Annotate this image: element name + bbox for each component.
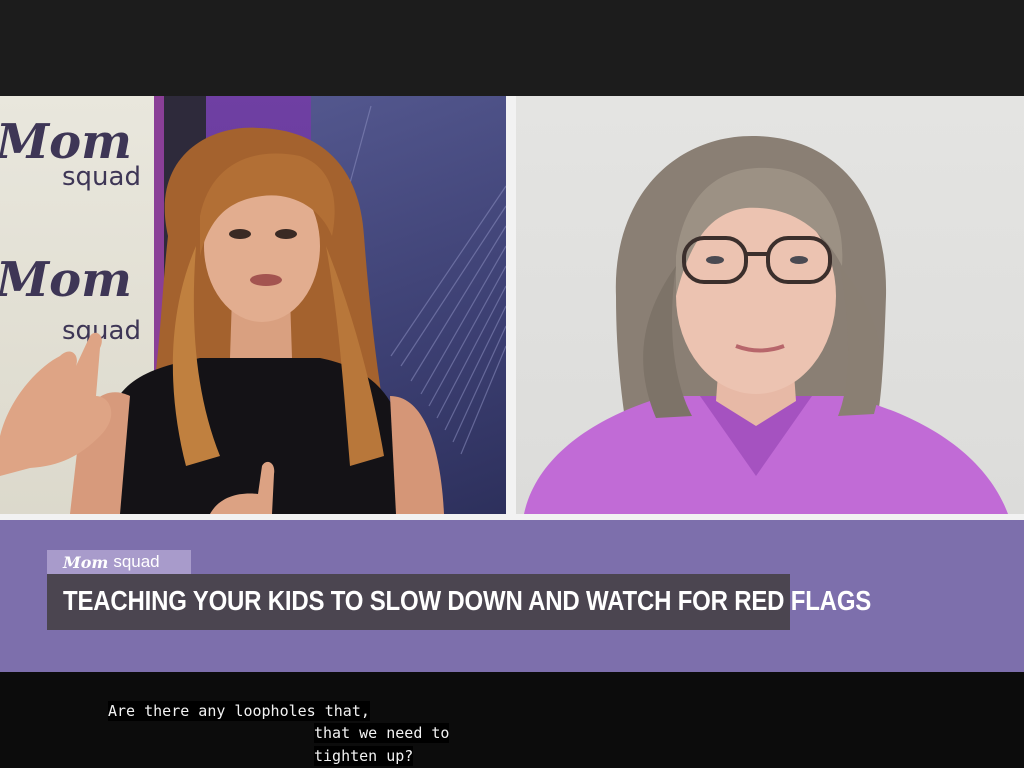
headline-text: TEACHING YOUR KIDS TO SLOW DOWN AND WATC…	[63, 585, 872, 617]
host-video-panel: Mom squad Mom squad	[0, 96, 506, 514]
caption-line: Are there any loopholes that,	[108, 701, 370, 721]
letterbox-top	[0, 0, 1024, 96]
closed-captions: Are there any loopholes that, that we ne…	[0, 672, 1024, 768]
headline-bar: TEACHING YOUR KIDS TO SLOW DOWN AND WATC…	[47, 574, 871, 630]
guest-video-panel	[516, 96, 1024, 514]
lower-third-banner: Mom squad TEACHING YOUR KIDS TO SLOW DOW…	[0, 520, 1024, 672]
caption-line: tighten up?	[314, 746, 414, 766]
guest-figure	[524, 135, 1008, 514]
split-divider-vertical	[506, 96, 516, 518]
show-brand-logo: Mom	[63, 552, 109, 572]
show-name-tag: Mom squad	[47, 550, 191, 574]
show-brand-sub: squad	[113, 552, 160, 571]
caption-line: that we need to	[314, 723, 450, 743]
host-figure	[0, 127, 444, 514]
